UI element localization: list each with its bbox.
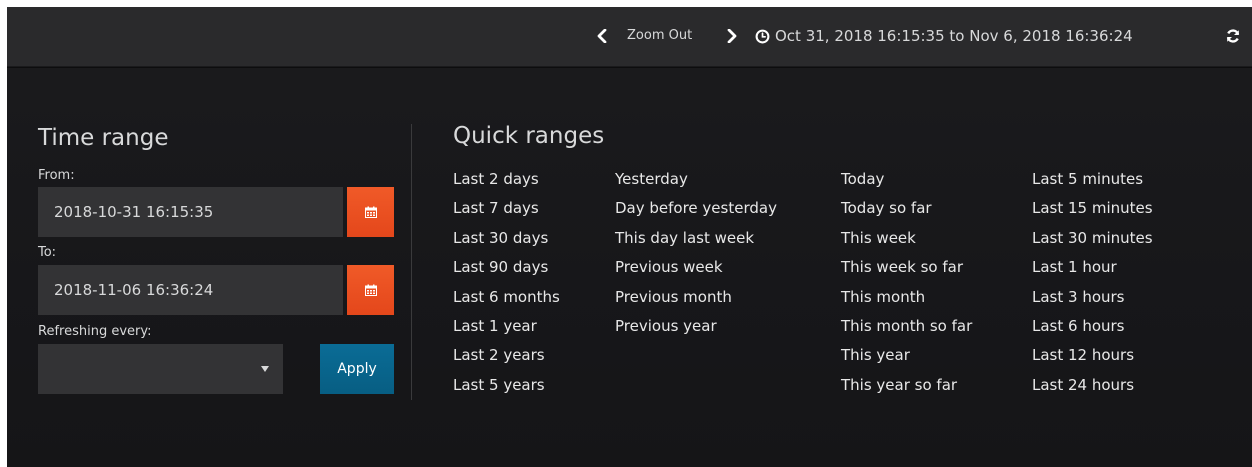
quick-range-item[interactable]: Last 6 hours	[1032, 314, 1153, 343]
quick-range-item[interactable]: Last 12 hours	[1032, 343, 1153, 372]
quick-range-item[interactable]: Today so far	[841, 196, 972, 225]
time-range-display-button[interactable]: Oct 31, 2018 16:15:35 to Nov 6, 2018 16:…	[755, 21, 1133, 51]
quick-range-item[interactable]: This month so far	[841, 314, 972, 343]
from-calendar-button[interactable]	[347, 187, 394, 237]
clock-icon	[755, 29, 770, 43]
time-range-label: Oct 31, 2018 16:15:35 to Nov 6, 2018 16:…	[775, 27, 1133, 45]
quick-ranges-column: Today Today so far This week This week s…	[841, 167, 972, 402]
quick-range-item[interactable]: Last 3 hours	[1032, 285, 1153, 314]
refresh-interval-select[interactable]	[38, 344, 283, 394]
quick-range-item[interactable]: This year	[841, 343, 972, 372]
quick-range-item[interactable]: Last 30 days	[453, 226, 560, 255]
quick-range-item[interactable]: Day before yesterday	[615, 196, 777, 225]
from-label: From:	[38, 168, 75, 183]
refresh-interval-label: Refreshing every:	[38, 324, 152, 339]
quick-range-item[interactable]: Last 2 days	[453, 167, 560, 196]
chevron-right-icon	[727, 29, 737, 43]
quick-range-item[interactable]: Last 2 years	[453, 343, 560, 372]
quick-range-item[interactable]: Last 15 minutes	[1032, 196, 1153, 225]
refresh-button[interactable]	[1220, 21, 1246, 51]
quick-range-item[interactable]: Today	[841, 167, 972, 196]
to-calendar-button[interactable]	[347, 265, 394, 315]
quick-range-item[interactable]: Previous week	[615, 255, 777, 284]
caret-down-icon	[261, 366, 269, 372]
from-input[interactable]: 2018-10-31 16:15:35	[38, 187, 343, 237]
section-divider	[411, 124, 412, 400]
quick-range-item[interactable]: Yesterday	[615, 167, 777, 196]
calendar-icon	[364, 284, 377, 296]
quick-range-item[interactable]: Last 1 hour	[1032, 255, 1153, 284]
quick-range-item[interactable]: This day last week	[615, 226, 777, 255]
quick-ranges-column: Last 5 minutes Last 15 minutes Last 30 m…	[1032, 167, 1153, 402]
to-input[interactable]: 2018-11-06 16:36:24	[38, 265, 343, 315]
to-label: To:	[38, 245, 57, 260]
quick-ranges-column: Yesterday Day before yesterday This day …	[615, 167, 777, 343]
quick-range-item[interactable]: Last 5 minutes	[1032, 167, 1153, 196]
quick-ranges-column: Last 2 days Last 7 days Last 30 days Las…	[453, 167, 560, 402]
quick-range-item[interactable]: This year so far	[841, 373, 972, 402]
time-picker-panel: Zoom Out Oct 31, 2018 16:15:35 to Nov 6,…	[7, 7, 1252, 467]
top-navbar: Zoom Out Oct 31, 2018 16:15:35 to Nov 6,…	[7, 7, 1252, 67]
quick-range-item[interactable]: Last 1 year	[453, 314, 560, 343]
quick-range-item[interactable]: Last 6 months	[453, 285, 560, 314]
quick-ranges-title: Quick ranges	[453, 123, 605, 149]
chevron-left-icon	[597, 29, 607, 43]
quick-range-item[interactable]: This week so far	[841, 255, 972, 284]
quick-range-item[interactable]: Last 5 years	[453, 373, 560, 402]
zoom-out-button[interactable]: Zoom Out	[627, 21, 692, 51]
quick-range-item[interactable]: This month	[841, 285, 972, 314]
refresh-icon	[1226, 29, 1240, 43]
apply-button[interactable]: Apply	[320, 344, 394, 394]
quick-range-item[interactable]: Last 7 days	[453, 196, 560, 225]
quick-range-item[interactable]: Last 24 hours	[1032, 373, 1153, 402]
zoom-next-button[interactable]	[721, 21, 743, 51]
zoom-previous-button[interactable]	[591, 21, 613, 51]
quick-range-item[interactable]: Previous year	[615, 314, 777, 343]
quick-range-item[interactable]: This week	[841, 226, 972, 255]
quick-range-item[interactable]: Previous month	[615, 285, 777, 314]
time-range-title: Time range	[38, 125, 169, 151]
calendar-icon	[364, 206, 377, 218]
quick-range-item[interactable]: Last 90 days	[453, 255, 560, 284]
quick-range-item[interactable]: Last 30 minutes	[1032, 226, 1153, 255]
